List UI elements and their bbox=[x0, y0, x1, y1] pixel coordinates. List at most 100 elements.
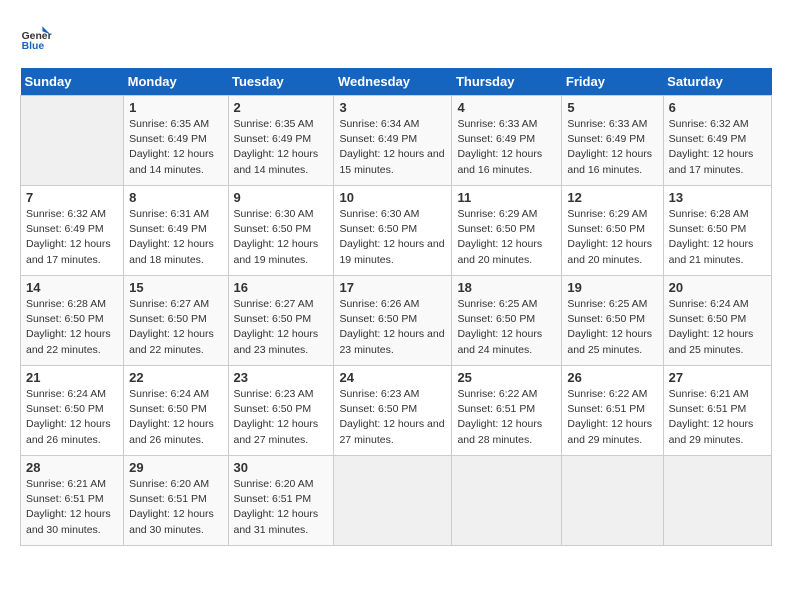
page-header: General Blue bbox=[20, 20, 772, 52]
day-number: 30 bbox=[234, 460, 329, 475]
calendar-cell: 6 Sunrise: 6:32 AMSunset: 6:49 PMDayligh… bbox=[663, 96, 771, 186]
day-info: Sunrise: 6:24 AMSunset: 6:50 PMDaylight:… bbox=[129, 388, 214, 446]
calendar-cell: 27 Sunrise: 6:21 AMSunset: 6:51 PMDaylig… bbox=[663, 366, 771, 456]
day-info: Sunrise: 6:33 AMSunset: 6:49 PMDaylight:… bbox=[457, 118, 542, 176]
day-info: Sunrise: 6:21 AMSunset: 6:51 PMDaylight:… bbox=[669, 388, 754, 446]
weekday-thursday: Thursday bbox=[452, 68, 562, 96]
calendar-cell: 29 Sunrise: 6:20 AMSunset: 6:51 PMDaylig… bbox=[124, 456, 228, 546]
calendar-week-3: 14 Sunrise: 6:28 AMSunset: 6:50 PMDaylig… bbox=[21, 276, 772, 366]
svg-text:Blue: Blue bbox=[22, 41, 45, 52]
day-number: 5 bbox=[567, 100, 657, 115]
day-info: Sunrise: 6:21 AMSunset: 6:51 PMDaylight:… bbox=[26, 478, 111, 536]
day-number: 6 bbox=[669, 100, 766, 115]
calendar-cell bbox=[452, 456, 562, 546]
day-number: 12 bbox=[567, 190, 657, 205]
day-number: 11 bbox=[457, 190, 556, 205]
calendar-cell: 7 Sunrise: 6:32 AMSunset: 6:49 PMDayligh… bbox=[21, 186, 124, 276]
calendar-body: 1 Sunrise: 6:35 AMSunset: 6:49 PMDayligh… bbox=[21, 96, 772, 546]
day-number: 14 bbox=[26, 280, 118, 295]
calendar-cell: 16 Sunrise: 6:27 AMSunset: 6:50 PMDaylig… bbox=[228, 276, 334, 366]
day-number: 13 bbox=[669, 190, 766, 205]
day-info: Sunrise: 6:27 AMSunset: 6:50 PMDaylight:… bbox=[234, 298, 319, 356]
day-info: Sunrise: 6:22 AMSunset: 6:51 PMDaylight:… bbox=[457, 388, 542, 446]
calendar-cell: 5 Sunrise: 6:33 AMSunset: 6:49 PMDayligh… bbox=[562, 96, 663, 186]
logo: General Blue bbox=[20, 20, 52, 52]
day-info: Sunrise: 6:32 AMSunset: 6:49 PMDaylight:… bbox=[26, 208, 111, 266]
calendar-cell: 11 Sunrise: 6:29 AMSunset: 6:50 PMDaylig… bbox=[452, 186, 562, 276]
logo-icon: General Blue bbox=[20, 20, 52, 52]
day-number: 28 bbox=[26, 460, 118, 475]
day-info: Sunrise: 6:29 AMSunset: 6:50 PMDaylight:… bbox=[567, 208, 652, 266]
day-number: 27 bbox=[669, 370, 766, 385]
day-info: Sunrise: 6:29 AMSunset: 6:50 PMDaylight:… bbox=[457, 208, 542, 266]
day-info: Sunrise: 6:20 AMSunset: 6:51 PMDaylight:… bbox=[129, 478, 214, 536]
day-info: Sunrise: 6:20 AMSunset: 6:51 PMDaylight:… bbox=[234, 478, 319, 536]
calendar-week-4: 21 Sunrise: 6:24 AMSunset: 6:50 PMDaylig… bbox=[21, 366, 772, 456]
day-number: 7 bbox=[26, 190, 118, 205]
calendar-cell: 8 Sunrise: 6:31 AMSunset: 6:49 PMDayligh… bbox=[124, 186, 228, 276]
day-info: Sunrise: 6:30 AMSunset: 6:50 PMDaylight:… bbox=[339, 208, 444, 266]
calendar-cell bbox=[334, 456, 452, 546]
day-info: Sunrise: 6:32 AMSunset: 6:49 PMDaylight:… bbox=[669, 118, 754, 176]
calendar-cell: 25 Sunrise: 6:22 AMSunset: 6:51 PMDaylig… bbox=[452, 366, 562, 456]
day-number: 19 bbox=[567, 280, 657, 295]
day-number: 17 bbox=[339, 280, 446, 295]
calendar-cell: 1 Sunrise: 6:35 AMSunset: 6:49 PMDayligh… bbox=[124, 96, 228, 186]
day-number: 10 bbox=[339, 190, 446, 205]
calendar-cell bbox=[562, 456, 663, 546]
weekday-sunday: Sunday bbox=[21, 68, 124, 96]
calendar-cell: 20 Sunrise: 6:24 AMSunset: 6:50 PMDaylig… bbox=[663, 276, 771, 366]
day-info: Sunrise: 6:28 AMSunset: 6:50 PMDaylight:… bbox=[26, 298, 111, 356]
day-number: 26 bbox=[567, 370, 657, 385]
calendar-cell: 2 Sunrise: 6:35 AMSunset: 6:49 PMDayligh… bbox=[228, 96, 334, 186]
calendar-cell: 3 Sunrise: 6:34 AMSunset: 6:49 PMDayligh… bbox=[334, 96, 452, 186]
day-info: Sunrise: 6:23 AMSunset: 6:50 PMDaylight:… bbox=[339, 388, 444, 446]
day-number: 16 bbox=[234, 280, 329, 295]
day-info: Sunrise: 6:35 AMSunset: 6:49 PMDaylight:… bbox=[129, 118, 214, 176]
weekday-tuesday: Tuesday bbox=[228, 68, 334, 96]
day-number: 29 bbox=[129, 460, 222, 475]
calendar-table: SundayMondayTuesdayWednesdayThursdayFrid… bbox=[20, 68, 772, 546]
calendar-cell: 28 Sunrise: 6:21 AMSunset: 6:51 PMDaylig… bbox=[21, 456, 124, 546]
day-info: Sunrise: 6:23 AMSunset: 6:50 PMDaylight:… bbox=[234, 388, 319, 446]
weekday-monday: Monday bbox=[124, 68, 228, 96]
day-info: Sunrise: 6:31 AMSunset: 6:49 PMDaylight:… bbox=[129, 208, 214, 266]
day-number: 2 bbox=[234, 100, 329, 115]
day-info: Sunrise: 6:24 AMSunset: 6:50 PMDaylight:… bbox=[669, 298, 754, 356]
day-number: 20 bbox=[669, 280, 766, 295]
calendar-cell: 30 Sunrise: 6:20 AMSunset: 6:51 PMDaylig… bbox=[228, 456, 334, 546]
day-number: 4 bbox=[457, 100, 556, 115]
calendar-cell: 14 Sunrise: 6:28 AMSunset: 6:50 PMDaylig… bbox=[21, 276, 124, 366]
day-number: 21 bbox=[26, 370, 118, 385]
calendar-cell bbox=[21, 96, 124, 186]
day-number: 15 bbox=[129, 280, 222, 295]
day-info: Sunrise: 6:22 AMSunset: 6:51 PMDaylight:… bbox=[567, 388, 652, 446]
calendar-cell: 13 Sunrise: 6:28 AMSunset: 6:50 PMDaylig… bbox=[663, 186, 771, 276]
day-info: Sunrise: 6:25 AMSunset: 6:50 PMDaylight:… bbox=[457, 298, 542, 356]
calendar-cell: 18 Sunrise: 6:25 AMSunset: 6:50 PMDaylig… bbox=[452, 276, 562, 366]
calendar-cell: 19 Sunrise: 6:25 AMSunset: 6:50 PMDaylig… bbox=[562, 276, 663, 366]
calendar-cell: 23 Sunrise: 6:23 AMSunset: 6:50 PMDaylig… bbox=[228, 366, 334, 456]
day-number: 9 bbox=[234, 190, 329, 205]
day-number: 22 bbox=[129, 370, 222, 385]
calendar-cell: 24 Sunrise: 6:23 AMSunset: 6:50 PMDaylig… bbox=[334, 366, 452, 456]
day-info: Sunrise: 6:30 AMSunset: 6:50 PMDaylight:… bbox=[234, 208, 319, 266]
day-number: 24 bbox=[339, 370, 446, 385]
day-number: 8 bbox=[129, 190, 222, 205]
calendar-cell: 10 Sunrise: 6:30 AMSunset: 6:50 PMDaylig… bbox=[334, 186, 452, 276]
day-number: 1 bbox=[129, 100, 222, 115]
calendar-cell: 22 Sunrise: 6:24 AMSunset: 6:50 PMDaylig… bbox=[124, 366, 228, 456]
calendar-week-1: 1 Sunrise: 6:35 AMSunset: 6:49 PMDayligh… bbox=[21, 96, 772, 186]
day-number: 25 bbox=[457, 370, 556, 385]
weekday-header-row: SundayMondayTuesdayWednesdayThursdayFrid… bbox=[21, 68, 772, 96]
day-info: Sunrise: 6:24 AMSunset: 6:50 PMDaylight:… bbox=[26, 388, 111, 446]
calendar-cell: 21 Sunrise: 6:24 AMSunset: 6:50 PMDaylig… bbox=[21, 366, 124, 456]
weekday-wednesday: Wednesday bbox=[334, 68, 452, 96]
day-number: 23 bbox=[234, 370, 329, 385]
day-info: Sunrise: 6:34 AMSunset: 6:49 PMDaylight:… bbox=[339, 118, 444, 176]
calendar-cell: 4 Sunrise: 6:33 AMSunset: 6:49 PMDayligh… bbox=[452, 96, 562, 186]
day-info: Sunrise: 6:27 AMSunset: 6:50 PMDaylight:… bbox=[129, 298, 214, 356]
weekday-friday: Friday bbox=[562, 68, 663, 96]
day-info: Sunrise: 6:26 AMSunset: 6:50 PMDaylight:… bbox=[339, 298, 444, 356]
calendar-week-5: 28 Sunrise: 6:21 AMSunset: 6:51 PMDaylig… bbox=[21, 456, 772, 546]
